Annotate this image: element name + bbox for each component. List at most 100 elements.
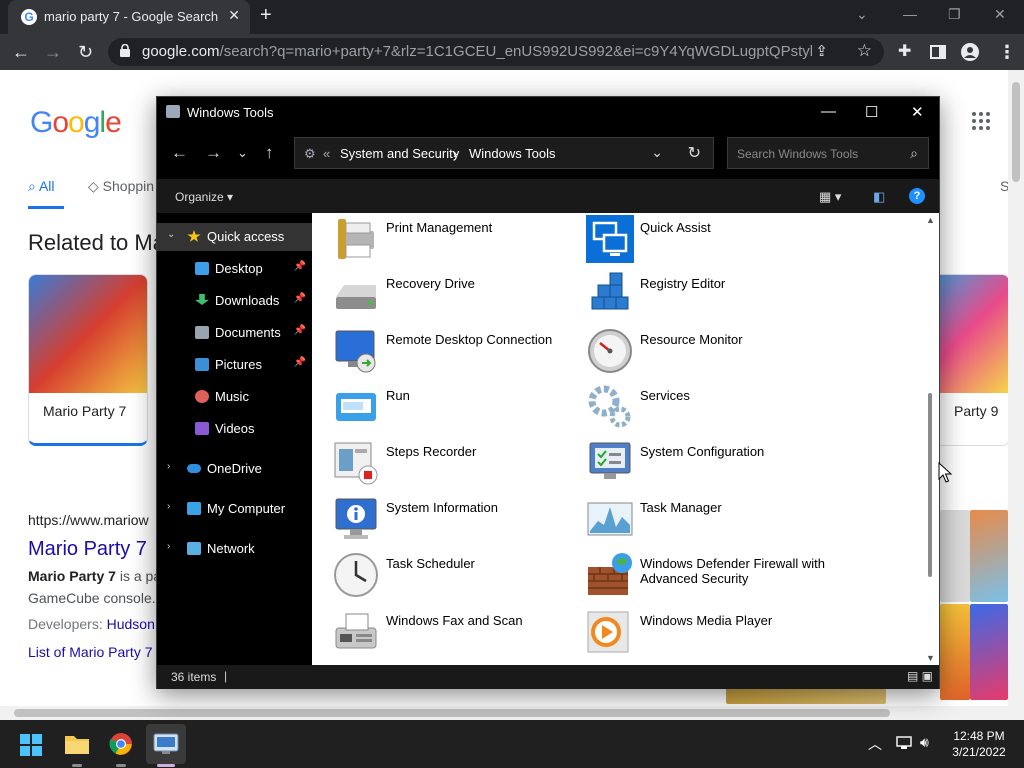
maximize-icon[interactable]: ☐: [865, 103, 878, 121]
tab-search-icon[interactable]: ⌄: [856, 6, 868, 23]
forward-icon[interactable]: →: [205, 143, 222, 163]
google-apps-icon[interactable]: [972, 112, 990, 130]
profile-icon[interactable]: [961, 43, 979, 61]
chrome-icon[interactable]: [108, 732, 134, 756]
pin-icon[interactable]: 📌: [294, 261, 306, 272]
help-icon[interactable]: ?: [909, 188, 925, 204]
page-horizontal-scrollbar[interactable]: [0, 706, 1008, 720]
tab-close-icon[interactable]: ✕: [228, 7, 240, 24]
taskbar-clock[interactable]: 12:48 PM 3/21/2022: [944, 728, 1014, 760]
side-panel-icon[interactable]: [930, 45, 946, 59]
chevron-down-icon[interactable]: ⌄: [167, 229, 175, 240]
nav-music[interactable]: Music: [157, 383, 312, 411]
forward-icon[interactable]: →: [44, 42, 62, 62]
network-status-icon[interactable]: [896, 736, 912, 750]
chevron-right-icon[interactable]: ›: [167, 541, 170, 552]
nav-my-computer[interactable]: › My Computer: [157, 495, 312, 523]
item-system-information[interactable]: System Information: [332, 495, 584, 547]
restore-icon[interactable]: ❐: [948, 6, 961, 23]
browser-tab[interactable]: G mario party 7 - Google Search ✕: [8, 0, 250, 34]
back-icon[interactable]: ←: [171, 143, 188, 163]
nav-videos[interactable]: Videos: [157, 415, 312, 443]
extensions-icon[interactable]: ✚: [898, 42, 911, 62]
related-card-mario-party-7[interactable]: Mario Party 7: [28, 274, 148, 446]
developer-link[interactable]: Hudson: [107, 616, 155, 632]
view-toggle-icons[interactable]: ▤ ▣: [907, 669, 933, 683]
page-vertical-scrollbar[interactable]: [1008, 70, 1024, 720]
breadcrumb-overflow[interactable]: «: [323, 146, 330, 161]
show-hidden-icons-icon[interactable]: ︿: [868, 734, 882, 754]
item-quick-assist[interactable]: Quick Assist: [586, 215, 838, 267]
nav-quick-access[interactable]: ⌄ Quick access: [157, 223, 312, 251]
explorer-search-box[interactable]: Search Windows Tools ⌕: [727, 137, 929, 169]
pin-icon[interactable]: 📌: [294, 325, 306, 336]
list-of-games-link[interactable]: List of Mario Party 7: [28, 644, 153, 660]
organize-menu-button[interactable]: Organize ▾: [175, 190, 233, 204]
change-view-icon[interactable]: ▦ ▾: [819, 189, 841, 205]
chrome-menu-icon[interactable]: ⋮: [998, 42, 1016, 62]
item-steps-recorder[interactable]: Steps Recorder: [332, 439, 584, 491]
volume-icon[interactable]: 🔊︎: [920, 734, 929, 751]
item-system-configuration[interactable]: System Configuration: [586, 439, 838, 491]
windows-tools-taskbar-button[interactable]: [146, 724, 186, 764]
nav-onedrive[interactable]: › OneDrive: [157, 455, 312, 483]
minimize-icon[interactable]: —: [821, 103, 836, 120]
new-tab-button[interactable]: +: [260, 4, 272, 27]
bookmark-star-icon[interactable]: ☆: [857, 41, 872, 61]
item-remote-desktop-connection[interactable]: Remote Desktop Connection: [332, 327, 584, 379]
scroll-down-icon[interactable]: ▼: [926, 653, 935, 663]
close-window-icon[interactable]: ✕: [994, 6, 1006, 23]
reload-icon[interactable]: ↻: [78, 42, 93, 62]
breadcrumb-windows-tools[interactable]: Windows Tools: [469, 146, 555, 161]
file-explorer-icon[interactable]: [64, 732, 90, 756]
result-image[interactable]: [970, 510, 1008, 602]
chevron-right-icon[interactable]: ›: [167, 501, 170, 512]
tab-shopping[interactable]: ◇ Shoppin: [88, 178, 154, 195]
scroll-thumb[interactable]: [14, 709, 890, 717]
chevron-right-icon[interactable]: ›: [167, 461, 170, 472]
recent-locations-icon[interactable]: ⌄: [237, 145, 248, 161]
refresh-icon[interactable]: ↻: [688, 143, 701, 163]
start-button-icon[interactable]: [20, 734, 42, 756]
file-list-scrollbar[interactable]: ▲ ▼: [923, 213, 939, 665]
result-title-link[interactable]: Mario Party 7: [28, 538, 147, 561]
minimize-icon[interactable]: —: [903, 6, 917, 22]
scroll-thumb[interactable]: [1012, 82, 1020, 182]
nav-documents[interactable]: Documents 📌: [157, 319, 312, 347]
address-dropdown-icon[interactable]: ⌄: [651, 144, 663, 161]
result-image[interactable]: [940, 510, 970, 602]
item-services[interactable]: Services: [586, 383, 838, 435]
up-icon[interactable]: ↑: [265, 143, 274, 163]
item-windows-fax-and-scan[interactable]: Windows Fax and Scan: [332, 608, 584, 660]
item-registry-editor[interactable]: Registry Editor: [586, 271, 838, 323]
item-run[interactable]: Run: [332, 383, 584, 435]
item-task-scheduler[interactable]: Task Scheduler: [332, 551, 584, 603]
result-image[interactable]: [970, 604, 1008, 700]
window-title-bar[interactable]: Windows Tools — ☐ ✕: [157, 97, 939, 127]
nav-desktop[interactable]: Desktop 📌: [157, 255, 312, 283]
result-image[interactable]: [940, 604, 970, 700]
tab-all[interactable]: ⌕ All: [28, 178, 55, 195]
close-icon[interactable]: ✕: [911, 103, 924, 121]
item-task-manager[interactable]: Task Manager: [586, 495, 838, 547]
breadcrumb-system-and-security[interactable]: System and Security: [340, 146, 459, 161]
nav-pictures[interactable]: Pictures 📌: [157, 351, 312, 379]
share-icon[interactable]: ⇪: [815, 42, 828, 60]
nav-downloads[interactable]: Downloads 📌: [157, 287, 312, 315]
scroll-thumb[interactable]: [928, 393, 932, 577]
item-print-management[interactable]: Print Management: [332, 215, 584, 267]
nav-label: Videos: [215, 421, 255, 436]
explorer-address-bar[interactable]: ⚙ « System and Security › Windows Tools …: [294, 137, 714, 169]
item-windows-media-player[interactable]: Windows Media Player: [586, 608, 838, 660]
item-recovery-drive[interactable]: Recovery Drive: [332, 271, 584, 323]
pin-icon[interactable]: 📌: [294, 357, 306, 368]
nav-network[interactable]: › Network: [157, 535, 312, 563]
item-resource-monitor[interactable]: Resource Monitor: [586, 327, 838, 379]
scroll-up-icon[interactable]: ▲: [926, 215, 935, 225]
preview-pane-icon[interactable]: ◧: [873, 189, 885, 205]
google-logo[interactable]: Google: [30, 106, 122, 140]
address-bar[interactable]: google.com/search?q=mario+party+7&rlz=1C…: [108, 38, 884, 66]
back-icon[interactable]: ←: [12, 42, 30, 62]
item-windows-defender-firewall[interactable]: Windows Defender Firewall with Advanced …: [586, 551, 838, 603]
pin-icon[interactable]: 📌: [294, 293, 306, 304]
